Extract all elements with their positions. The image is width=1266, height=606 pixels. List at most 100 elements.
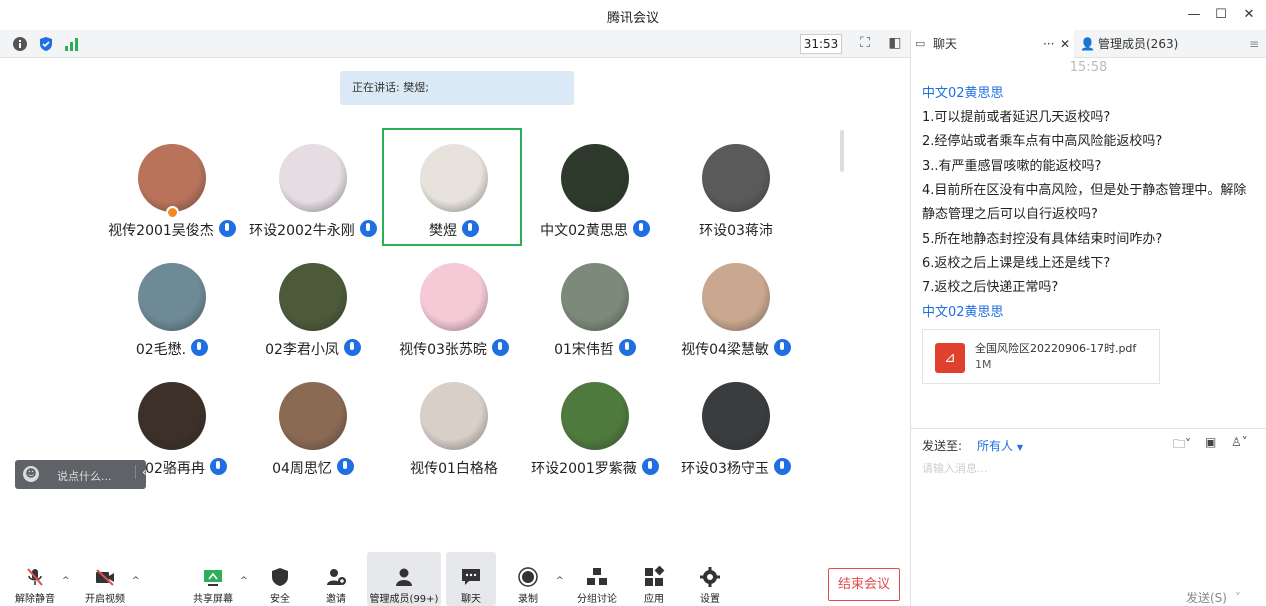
participant-tile[interactable]: 视传01白格格 [384, 368, 524, 486]
send-options-chevron-icon[interactable]: ˅ [1235, 591, 1241, 605]
audio-options-chevron-icon[interactable]: ^ [62, 576, 70, 586]
security-label: 安全 [270, 594, 290, 605]
fullscreen-icon[interactable]: ⛶ [856, 35, 874, 53]
message-sender[interactable]: 中文02黄思思 [922, 301, 1004, 320]
chat-button[interactable]: 聊天 [446, 552, 496, 606]
record-button[interactable]: 录制 [506, 552, 550, 606]
participant-tile[interactable]: 环设03蒋沛 [666, 130, 806, 248]
breakout-icon [587, 568, 607, 585]
participant-tile[interactable]: 02毛懋. [102, 249, 242, 367]
participant-tile[interactable]: 02李君小凤 [243, 249, 383, 367]
participant-tile[interactable]: 04周思忆 [243, 368, 383, 486]
participant-name-text: 视传03张苏晥 [399, 342, 487, 358]
close-tab-icon[interactable]: ✕ [1060, 30, 1070, 58]
avatar [138, 144, 206, 212]
composer-divider [911, 428, 1266, 429]
doc-icon[interactable]: ▣ [1205, 435, 1227, 453]
message-input[interactable]: 请输入消息... [922, 460, 988, 476]
tab-members[interactable]: 👤 管理成员(263) [1076, 30, 1246, 58]
send-to-select[interactable]: 所有人 ▼ [977, 437, 1023, 454]
send-button[interactable]: 发送(S) ˅ [1186, 589, 1241, 606]
record-options-chevron-icon[interactable]: ^ [556, 576, 564, 586]
side-panel: ▭ 聊天 ··· ✕ 👤 管理成员(263) ≡ 15:58 中文02黄思思 1… [911, 30, 1266, 606]
members-icon: 👤 [1080, 37, 1095, 51]
participant-tile[interactable]: 视传03张苏晥 [384, 249, 524, 367]
file-attachment[interactable]: ⊿ 全国风险区20220906-17时.pdf 1M [922, 329, 1160, 384]
apps-label: 应用 [644, 594, 664, 605]
menu-icon[interactable]: ≡ [1243, 30, 1265, 58]
speaking-indicator: 正在讲话: 樊煜; [340, 71, 574, 105]
meeting-toolbar: 解除静音 ^ 开启视频 ^ 共享屏幕 ^ 安全 邀请 管理成员(99+) 聊天 … [0, 552, 910, 606]
participant-tile[interactable]: 环设03杨守玉 [666, 368, 806, 486]
signal-icon[interactable] [64, 36, 80, 52]
maximize-button[interactable]: ☐ [1210, 5, 1232, 25]
avatar [420, 263, 488, 331]
message-line: 1.可以提前或者延迟几天返校吗? [922, 110, 1111, 125]
participant-name-text: 环设2002牛永刚 [249, 223, 355, 239]
participant-name: 中文02黄思思 [525, 220, 665, 240]
quick-chat-pill[interactable]: ☻ 说点什么... ‹ [15, 460, 147, 489]
participant-name-text: 视传01白格格 [410, 461, 498, 477]
security-button[interactable]: 安全 [258, 552, 302, 606]
avatar [420, 144, 488, 212]
participant-name-text: 01宋伟哲 [554, 342, 614, 358]
unmute-button[interactable]: 解除静音 [10, 552, 60, 606]
members-icon [396, 568, 412, 586]
mic-icon [491, 339, 509, 356]
close-button[interactable]: ✕ [1238, 5, 1260, 25]
info-icon[interactable] [12, 36, 28, 52]
avatar [702, 144, 770, 212]
add-user-icon [327, 569, 346, 585]
send-to-label: 发送至: [922, 439, 963, 453]
folder-icon[interactable]: 🗀˅ [1173, 435, 1195, 453]
end-meeting-button[interactable]: 结束会议 [828, 568, 900, 601]
layout-icon[interactable]: ◧ [886, 35, 904, 53]
participant-tile[interactable]: 视传04梁慧敏 [666, 249, 806, 367]
collapse-icon[interactable]: ‹ [135, 465, 147, 479]
message-line: 6.返校之后上课是线上还是线下? [922, 255, 1111, 271]
emoji-icon[interactable]: ☻ [23, 466, 39, 482]
participant-tile[interactable]: 01宋伟哲 [525, 249, 665, 367]
tab-chat-label: 聊天 [933, 37, 958, 51]
share-options-chevron-icon[interactable]: ^ [240, 576, 248, 586]
settings-button[interactable]: 设置 [688, 552, 732, 606]
participant-name: 环设2002牛永刚 [243, 220, 383, 240]
minimize-button[interactable]: — [1183, 5, 1205, 25]
gear-icon [700, 567, 720, 587]
start-video-button[interactable]: 开启视频 [80, 552, 130, 606]
participant-tile[interactable]: 环设2001罗紫薇 [525, 368, 665, 486]
avatar [279, 144, 347, 212]
invite-label: 邀请 [326, 594, 346, 605]
more-icon[interactable]: ··· [1043, 30, 1054, 58]
breakout-button[interactable]: 分组讨论 [572, 552, 622, 606]
pdf-icon: ⊿ [935, 343, 965, 373]
apps-button[interactable]: 应用 [632, 552, 676, 606]
message-sender[interactable]: 中文02黄思思 [922, 82, 1004, 101]
chat-bubble-icon: ▭ [915, 37, 926, 50]
avatar [279, 263, 347, 331]
user-select-icon[interactable]: ♙˅ [1231, 435, 1253, 453]
participant-tile[interactable]: 中文02黄思思 [525, 130, 665, 248]
invite-button[interactable]: 邀请 [314, 552, 358, 606]
mic-icon [218, 220, 236, 237]
participant-name: 04周思忆 [243, 458, 383, 478]
manage-members-button[interactable]: 管理成员(99+) [367, 552, 441, 606]
participant-name: 02李君小凤 [243, 339, 383, 359]
message-line: 静态管理之后可以自行返校吗? [922, 207, 1098, 223]
tab-chat[interactable]: ▭ 聊天 ··· ✕ [911, 30, 1074, 58]
participant-tile[interactable]: 视传2001吴俊杰 [102, 130, 242, 248]
window-title: 腾讯会议 [606, 11, 659, 26]
grid-scrollbar[interactable] [840, 130, 844, 172]
video-options-chevron-icon[interactable]: ^ [132, 576, 140, 586]
message-timestamp: 15:58 [1069, 60, 1108, 75]
title-bar: 腾讯会议 — ☐ ✕ [0, 0, 1266, 30]
participant-tile[interactable]: 环设2002牛永刚 [243, 130, 383, 248]
share-screen-button[interactable]: 共享屏幕 [188, 552, 238, 606]
shield-icon[interactable] [38, 36, 54, 52]
mic-icon [343, 339, 361, 356]
participant-tile[interactable]: 樊煜 [382, 128, 522, 246]
avatar [138, 382, 206, 450]
mic-icon [359, 220, 377, 237]
avatar [561, 382, 629, 450]
avatar [138, 263, 206, 331]
